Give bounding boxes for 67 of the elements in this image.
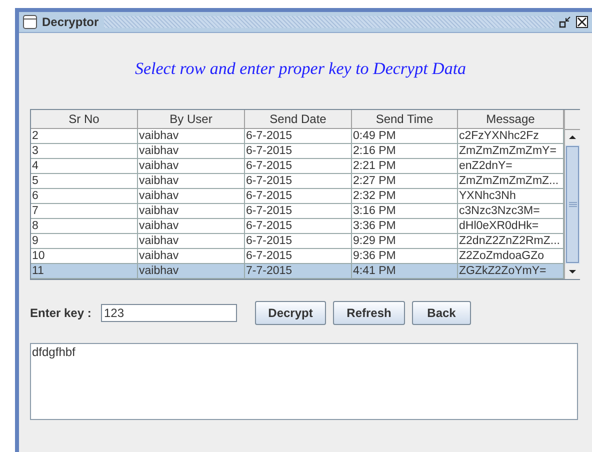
column-header[interactable]: Send Time xyxy=(352,110,458,129)
table-cell[interactable]: vaibhav xyxy=(138,249,245,264)
table-cell[interactable]: 10 xyxy=(31,249,138,264)
table-cell[interactable]: vaibhav xyxy=(138,129,245,144)
table-cell[interactable]: 9:29 PM xyxy=(352,234,458,249)
table-cell[interactable]: 7-7-2015 xyxy=(245,264,352,279)
table-cell[interactable]: 0:49 PM xyxy=(352,129,458,144)
table-cell[interactable]: 6-7-2015 xyxy=(245,144,352,159)
table-cell[interactable]: 9:36 PM xyxy=(352,249,458,264)
table-cell[interactable]: vaibhav xyxy=(138,159,245,174)
column-header[interactable]: Sr No xyxy=(31,110,138,129)
table-cell[interactable]: 6-7-2015 xyxy=(245,234,352,249)
table-cell[interactable]: 2:32 PM xyxy=(352,189,458,204)
instruction-heading: Select row and enter proper key to Decrypt Data xyxy=(134,59,468,79)
table-cell[interactable]: 6-7-2015 xyxy=(245,159,352,174)
table-cell[interactable]: vaibhav xyxy=(138,219,245,234)
key-field[interactable]: 123 xyxy=(101,304,237,322)
table-cell[interactable]: Z2ZoZmdoaGZo xyxy=(458,249,564,264)
column-header[interactable]: By User xyxy=(138,110,245,129)
table-cell[interactable]: ZGZkZ2ZoYmY= xyxy=(458,264,564,279)
table-cell[interactable]: 2:27 PM xyxy=(352,174,458,189)
output-text-area[interactable]: dfdgfhbf xyxy=(30,343,578,420)
table-cell[interactable]: 11 xyxy=(31,264,138,279)
table-cell[interactable]: 6-7-2015 xyxy=(245,129,352,144)
table-cell[interactable]: enZ2dnY= xyxy=(458,159,564,174)
table-cell[interactable]: 4 xyxy=(31,159,138,174)
table-cell[interactable]: 6 xyxy=(31,189,138,204)
table-cell[interactable]: c3Nzc3Nzc3M= xyxy=(458,204,564,219)
table-cell[interactable]: 4:41 PM xyxy=(352,264,458,279)
column-header[interactable]: Message xyxy=(458,110,564,129)
table-cell[interactable]: vaibhav xyxy=(138,204,245,219)
table-cell[interactable]: 3:36 PM xyxy=(352,219,458,234)
window-icon xyxy=(23,15,37,29)
table-cell[interactable]: 2:16 PM xyxy=(352,144,458,159)
table-cell[interactable]: vaibhav xyxy=(138,144,245,159)
table-cell[interactable]: vaibhav xyxy=(138,264,245,279)
action-button[interactable]: Back xyxy=(412,301,471,325)
scrollbar-thumb[interactable] xyxy=(566,146,579,263)
action-button[interactable]: Decrypt xyxy=(255,301,326,325)
close-icon[interactable] xyxy=(576,16,588,28)
table-cell[interactable]: YXNhc3Nh xyxy=(458,189,564,204)
table-cell[interactable]: 6-7-2015 xyxy=(245,249,352,264)
table-cell[interactable]: vaibhav xyxy=(138,234,245,249)
table-cell[interactable]: 8 xyxy=(31,219,138,234)
table-cell[interactable]: 6-7-2015 xyxy=(245,204,352,219)
key-label: Enter key : xyxy=(30,306,92,320)
table-cell[interactable]: Z2dnZ2ZnZ2RmZ... xyxy=(458,234,564,249)
action-button[interactable]: Refresh xyxy=(333,301,405,325)
table-cell[interactable]: 2 xyxy=(31,129,138,144)
table-cell[interactable]: 3:16 PM xyxy=(352,204,458,219)
table-cell[interactable]: dHl0eXR0dHk= xyxy=(458,219,564,234)
table-cell[interactable]: 6-7-2015 xyxy=(245,174,352,189)
table-cell[interactable]: 2:21 PM xyxy=(352,159,458,174)
restore-icon[interactable] xyxy=(559,16,571,28)
column-header[interactable]: Send Date xyxy=(245,110,352,129)
table-cell[interactable]: 9 xyxy=(31,234,138,249)
table-cell[interactable]: vaibhav xyxy=(138,189,245,204)
table-cell[interactable]: 7 xyxy=(31,204,138,219)
table-cell[interactable]: c2FzYXNhc2Fz xyxy=(458,129,564,144)
table-cell[interactable]: 6-7-2015 xyxy=(245,189,352,204)
table-cell[interactable]: 5 xyxy=(31,174,138,189)
table-cell[interactable]: 6-7-2015 xyxy=(245,219,352,234)
table-cell[interactable]: ZmZmZmZmZmY= xyxy=(458,144,564,159)
table-cell[interactable]: vaibhav xyxy=(138,174,245,189)
window-title: Decryptor xyxy=(42,15,99,29)
table-cell[interactable]: 3 xyxy=(31,144,138,159)
table-cell[interactable]: ZmZmZmZmZmZ... xyxy=(458,174,564,189)
